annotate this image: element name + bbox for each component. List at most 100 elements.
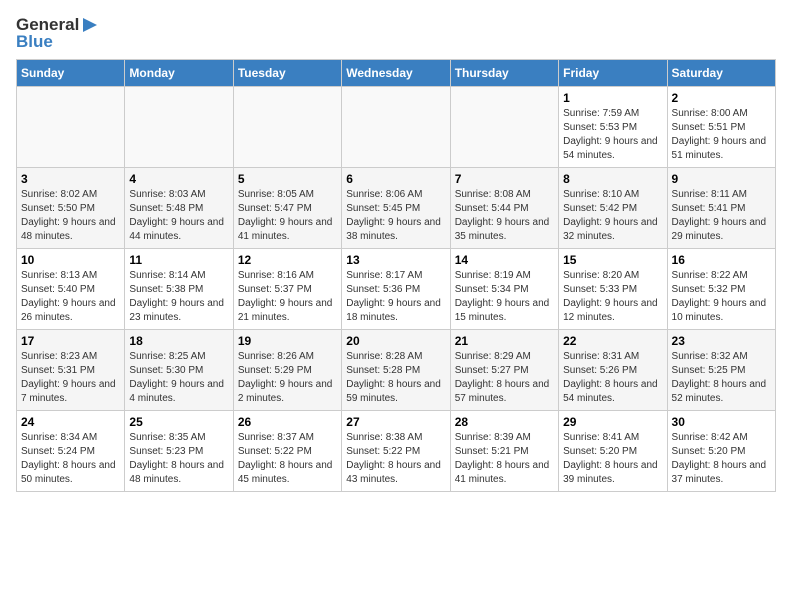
day-detail: Sunrise: 8:25 AM Sunset: 5:30 PM Dayligh… bbox=[129, 350, 228, 406]
calendar-cell: 25Sunrise: 8:35 AM Sunset: 5:23 PM Dayli… bbox=[125, 411, 233, 492]
day-detail: Sunrise: 8:14 AM Sunset: 5:38 PM Dayligh… bbox=[129, 269, 228, 325]
day-number: 27 bbox=[346, 415, 445, 429]
calendar-cell: 29Sunrise: 8:41 AM Sunset: 5:20 PM Dayli… bbox=[559, 411, 667, 492]
calendar-cell: 3 Sunrise: 8:02 AM Sunset: 5:50 PM Daylig… bbox=[17, 168, 125, 249]
day-number: 22 bbox=[563, 334, 662, 348]
day-detail: Sunrise: 7:59 AM Sunset: 5:53 PM Dayligh… bbox=[563, 107, 662, 163]
day-detail: Sunrise: 8:29 AM Sunset: 5:27 PM Dayligh… bbox=[455, 350, 554, 406]
day-number: 4 bbox=[129, 172, 228, 186]
day-detail: Sunrise: 8:32 AM Sunset: 5:25 PM Dayligh… bbox=[672, 350, 771, 406]
calendar-week-3: 10 Sunrise: 8:13 AM Sunset: 5:40 PM Dayli… bbox=[17, 249, 776, 330]
day-number: 14 bbox=[455, 253, 554, 267]
calendar-cell bbox=[233, 87, 341, 168]
day-number: 13 bbox=[346, 253, 445, 267]
calendar-cell: 27 Sunrise: 8:38 AM Sunset: 5:22 PM Dayli… bbox=[342, 411, 450, 492]
day-number: 12 bbox=[238, 253, 337, 267]
calendar-cell: 21 Sunrise: 8:29 AM Sunset: 5:27 PM Dayli… bbox=[450, 330, 558, 411]
calendar-week-2: 3 Sunrise: 8:02 AM Sunset: 5:50 PM Daylig… bbox=[17, 168, 776, 249]
col-header-thursday: Thursday bbox=[450, 60, 558, 87]
day-detail: Sunrise: 8:23 AM Sunset: 5:31 PM Dayligh… bbox=[21, 350, 120, 406]
day-detail: Sunrise: 8:00 AM Sunset: 5:51 PM Dayligh… bbox=[672, 107, 771, 163]
calendar-cell: 28 Sunrise: 8:39 AM Sunset: 5:21 PM Dayli… bbox=[450, 411, 558, 492]
col-header-saturday: Saturday bbox=[667, 60, 775, 87]
day-detail: Sunrise: 8:08 AM Sunset: 5:44 PM Dayligh… bbox=[455, 188, 554, 244]
day-number: 7 bbox=[455, 172, 554, 186]
day-number: 5 bbox=[238, 172, 337, 186]
col-header-sunday: Sunday bbox=[17, 60, 125, 87]
day-number: 1 bbox=[563, 91, 662, 105]
header: General Blue bbox=[16, 16, 776, 51]
calendar-cell: 19Sunrise: 8:26 AM Sunset: 5:29 PM Dayli… bbox=[233, 330, 341, 411]
calendar-week-4: 17Sunrise: 8:23 AM Sunset: 5:31 PM Dayli… bbox=[17, 330, 776, 411]
day-number: 16 bbox=[672, 253, 771, 267]
calendar-cell: 10 Sunrise: 8:13 AM Sunset: 5:40 PM Dayli… bbox=[17, 249, 125, 330]
day-detail: Sunrise: 8:28 AM Sunset: 5:28 PM Dayligh… bbox=[346, 350, 445, 406]
calendar-week-1: 1 Sunrise: 7:59 AM Sunset: 5:53 PM Daylig… bbox=[17, 87, 776, 168]
calendar-cell: 12 Sunrise: 8:16 AM Sunset: 5:37 PM Dayli… bbox=[233, 249, 341, 330]
calendar-cell: 11 Sunrise: 8:14 AM Sunset: 5:38 PM Dayli… bbox=[125, 249, 233, 330]
calendar-cell: 8Sunrise: 8:10 AM Sunset: 5:42 PM Daylig… bbox=[559, 168, 667, 249]
day-number: 10 bbox=[21, 253, 120, 267]
calendar-cell: 23 Sunrise: 8:32 AM Sunset: 5:25 PM Dayli… bbox=[667, 330, 775, 411]
day-detail: Sunrise: 8:22 AM Sunset: 5:32 PM Dayligh… bbox=[672, 269, 771, 325]
day-number: 30 bbox=[672, 415, 771, 429]
calendar-cell: 18 Sunrise: 8:25 AM Sunset: 5:30 PM Dayli… bbox=[125, 330, 233, 411]
day-number: 6 bbox=[346, 172, 445, 186]
day-detail: Sunrise: 8:42 AM Sunset: 5:20 PM Dayligh… bbox=[672, 431, 771, 487]
calendar-cell: 14 Sunrise: 8:19 AM Sunset: 5:34 PM Dayli… bbox=[450, 249, 558, 330]
day-detail: Sunrise: 8:03 AM Sunset: 5:48 PM Dayligh… bbox=[129, 188, 228, 244]
day-detail: Sunrise: 8:37 AM Sunset: 5:22 PM Dayligh… bbox=[238, 431, 337, 487]
calendar-cell: 24 Sunrise: 8:34 AM Sunset: 5:24 PM Dayli… bbox=[17, 411, 125, 492]
calendar-cell: 30 Sunrise: 8:42 AM Sunset: 5:20 PM Dayli… bbox=[667, 411, 775, 492]
logo-arrow-icon bbox=[81, 16, 99, 34]
col-header-wednesday: Wednesday bbox=[342, 60, 450, 87]
day-detail: Sunrise: 8:20 AM Sunset: 5:33 PM Dayligh… bbox=[563, 269, 662, 325]
day-number: 2 bbox=[672, 91, 771, 105]
day-number: 9 bbox=[672, 172, 771, 186]
day-number: 24 bbox=[21, 415, 120, 429]
day-detail: Sunrise: 8:34 AM Sunset: 5:24 PM Dayligh… bbox=[21, 431, 120, 487]
calendar-cell: 2 Sunrise: 8:00 AM Sunset: 5:51 PM Daylig… bbox=[667, 87, 775, 168]
day-number: 21 bbox=[455, 334, 554, 348]
day-number: 28 bbox=[455, 415, 554, 429]
day-number: 8 bbox=[563, 172, 662, 186]
day-detail: Sunrise: 8:39 AM Sunset: 5:21 PM Dayligh… bbox=[455, 431, 554, 487]
day-number: 18 bbox=[129, 334, 228, 348]
logo-blue: Blue bbox=[16, 33, 99, 52]
day-number: 3 bbox=[21, 172, 120, 186]
day-detail: Sunrise: 8:17 AM Sunset: 5:36 PM Dayligh… bbox=[346, 269, 445, 325]
day-number: 11 bbox=[129, 253, 228, 267]
calendar-cell: 4 Sunrise: 8:03 AM Sunset: 5:48 PM Daylig… bbox=[125, 168, 233, 249]
day-number: 26 bbox=[238, 415, 337, 429]
day-detail: Sunrise: 8:35 AM Sunset: 5:23 PM Dayligh… bbox=[129, 431, 228, 487]
day-detail: Sunrise: 8:02 AM Sunset: 5:50 PM Dayligh… bbox=[21, 188, 120, 244]
day-detail: Sunrise: 8:38 AM Sunset: 5:22 PM Dayligh… bbox=[346, 431, 445, 487]
day-detail: Sunrise: 8:13 AM Sunset: 5:40 PM Dayligh… bbox=[21, 269, 120, 325]
calendar: SundayMondayTuesdayWednesdayThursdayFrid… bbox=[16, 59, 776, 492]
calendar-cell: 16 Sunrise: 8:22 AM Sunset: 5:32 PM Dayli… bbox=[667, 249, 775, 330]
day-detail: Sunrise: 8:05 AM Sunset: 5:47 PM Dayligh… bbox=[238, 188, 337, 244]
calendar-cell: 15 Sunrise: 8:20 AM Sunset: 5:33 PM Dayli… bbox=[559, 249, 667, 330]
day-number: 15 bbox=[563, 253, 662, 267]
calendar-cell bbox=[17, 87, 125, 168]
calendar-cell: 6 Sunrise: 8:06 AM Sunset: 5:45 PM Daylig… bbox=[342, 168, 450, 249]
calendar-cell: 13 Sunrise: 8:17 AM Sunset: 5:36 PM Dayli… bbox=[342, 249, 450, 330]
day-detail: Sunrise: 8:19 AM Sunset: 5:34 PM Dayligh… bbox=[455, 269, 554, 325]
day-detail: Sunrise: 8:06 AM Sunset: 5:45 PM Dayligh… bbox=[346, 188, 445, 244]
calendar-cell: 17Sunrise: 8:23 AM Sunset: 5:31 PM Dayli… bbox=[17, 330, 125, 411]
col-header-friday: Friday bbox=[559, 60, 667, 87]
calendar-cell bbox=[342, 87, 450, 168]
calendar-week-5: 24 Sunrise: 8:34 AM Sunset: 5:24 PM Dayli… bbox=[17, 411, 776, 492]
day-number: 23 bbox=[672, 334, 771, 348]
calendar-cell: 22 Sunrise: 8:31 AM Sunset: 5:26 PM Dayli… bbox=[559, 330, 667, 411]
calendar-cell bbox=[125, 87, 233, 168]
day-detail: Sunrise: 8:31 AM Sunset: 5:26 PM Dayligh… bbox=[563, 350, 662, 406]
calendar-cell bbox=[450, 87, 558, 168]
col-header-tuesday: Tuesday bbox=[233, 60, 341, 87]
day-number: 19 bbox=[238, 334, 337, 348]
day-number: 29 bbox=[563, 415, 662, 429]
calendar-cell: 9Sunrise: 8:11 AM Sunset: 5:41 PM Daylig… bbox=[667, 168, 775, 249]
calendar-cell: 5 Sunrise: 8:05 AM Sunset: 5:47 PM Daylig… bbox=[233, 168, 341, 249]
day-detail: Sunrise: 8:16 AM Sunset: 5:37 PM Dayligh… bbox=[238, 269, 337, 325]
col-header-monday: Monday bbox=[125, 60, 233, 87]
